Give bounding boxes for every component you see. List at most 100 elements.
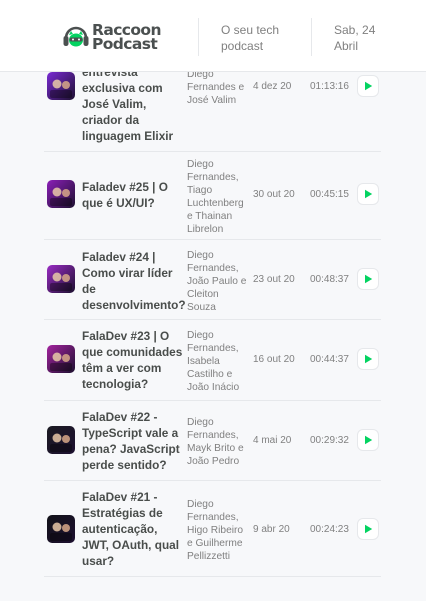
episode-title-line: linguagem Elixir [82, 129, 174, 143]
episode-row[interactable]: FalaDev #22 - TypeScript vale a pena? Java… [44, 401, 381, 481]
members-line: Diego [187, 499, 214, 510]
episode-thumbnail[interactable] [47, 426, 75, 454]
members-line: Fernandes, [187, 512, 239, 523]
episode-title[interactable]: Faladev #25 | O que é UX/UI? [82, 179, 184, 211]
members-line: Fernandes e [187, 82, 245, 93]
episode-duration: 01:13:16 [310, 81, 349, 92]
episode-title[interactable]: FalaDev #23 | O que comunidades têm a ver … [82, 328, 184, 392]
episode-title-line: FalaDev #21 - [82, 490, 158, 504]
members-line: Diego [187, 159, 214, 170]
episode-title[interactable]: Faladev #24 | Como virar líder de desenvolv… [82, 249, 186, 313]
episode-title-line: Como virar líder [82, 266, 173, 280]
episode-title-line: tecnologia? [82, 377, 149, 391]
header-divider [311, 18, 312, 56]
play-button[interactable] [357, 183, 379, 205]
play-button[interactable] [357, 348, 379, 370]
members-line: Fernandes, [187, 343, 239, 354]
members-line: Fernandes, [187, 172, 239, 183]
episode-date: 4 dez 20 [253, 81, 292, 92]
episode-duration: 00:45:15 [310, 189, 349, 200]
play-icon [364, 81, 373, 91]
members-line: Diego [187, 417, 214, 428]
logo[interactable]: Raccoon Podcast [62, 20, 162, 54]
episode-title-line: autenticação, [82, 522, 158, 536]
play-button[interactable] [357, 518, 379, 540]
members-line: Cleiton [187, 289, 219, 300]
members-line: Castilho e [187, 369, 233, 380]
episode-duration: 00:44:37 [310, 354, 349, 365]
header-tagline: O seu tech podcast [221, 22, 279, 54]
episode-title-line: Faladev #25 | O [82, 180, 168, 194]
episode-title[interactable]: entrevista exclusiva com José Valim, criado… [82, 64, 184, 144]
episode-title-line: exclusiva com [82, 81, 163, 95]
raccoon-logo-icon [62, 23, 90, 51]
play-icon [364, 354, 373, 364]
episode-date: 23 out 20 [253, 274, 295, 285]
episode-title-line: José Valim, [82, 97, 147, 111]
members-line: Diego [187, 330, 214, 341]
episode-title[interactable]: FalaDev #21 - Estratégias de autenticação,… [82, 489, 184, 569]
episode-members: Diego Fernandes, João Paulo e Cleiton Souza [187, 249, 251, 314]
members-line: Higo Ribeiro [187, 525, 244, 536]
play-icon [364, 274, 373, 284]
members-line: e Guilherme [187, 538, 243, 549]
date-line-1: Sab, 24 [334, 23, 376, 37]
members-line: Isabela [187, 356, 220, 367]
episode-title-line: desenvolvimento? [82, 298, 186, 312]
episode-list: entrevista exclusiva com José Valim, criado… [44, 60, 381, 577]
episode-thumbnail[interactable] [47, 180, 75, 208]
episode-title-line: perde sentido? [82, 458, 167, 472]
episode-duration: 00:29:32 [310, 435, 349, 446]
episode-title-line: FalaDev #23 | O [82, 329, 170, 343]
episode-title-line: FalaDev #22 - [82, 410, 158, 424]
episode-thumbnail[interactable] [47, 265, 75, 293]
episode-row[interactable]: Faladev #24 | Como virar líder de desenvolv… [44, 240, 381, 320]
episode-title[interactable]: FalaDev #22 - TypeScript vale a pena? Java… [82, 409, 184, 473]
tagline-line-2: podcast [221, 39, 264, 53]
episode-duration: 00:24:23 [310, 524, 349, 535]
episode-row[interactable]: FalaDev #23 | O que comunidades têm a ver … [44, 320, 381, 401]
episode-thumbnail[interactable] [47, 515, 75, 543]
play-button[interactable] [357, 75, 379, 97]
episode-duration: 00:48:37 [310, 274, 349, 285]
episode-title-line: de [82, 282, 96, 296]
episode-row[interactable]: entrevista exclusiva com José Valim, criado… [44, 60, 381, 152]
play-button[interactable] [357, 268, 379, 290]
episode-thumbnail[interactable] [47, 72, 75, 100]
members-line: Tiago [187, 185, 213, 196]
logo-wordmark: Raccoon Podcast [92, 22, 162, 52]
members-line: João Inácio [187, 382, 240, 393]
episode-title-line: TypeScript vale a [82, 426, 179, 440]
episode-date: 16 out 20 [253, 354, 295, 365]
episode-title-line: têm a ver com [82, 361, 162, 375]
play-icon [364, 524, 373, 534]
members-line: Mayk Brito e [187, 443, 244, 454]
members-line: e Thainan [187, 211, 233, 222]
play-button[interactable] [357, 429, 379, 451]
episode-members: Diego Fernandes, Higo Ribeiro e Guilherme Pe… [187, 498, 251, 563]
episode-title-line: pena? JavaScript [82, 442, 180, 456]
episode-title-line: que é UX/UI? [82, 196, 155, 210]
episode-thumbnail[interactable] [47, 345, 75, 373]
episode-row[interactable]: Faladev #25 | O que é UX/UI? Diego Fernande… [44, 152, 381, 240]
tagline-line-1: O seu tech [221, 23, 280, 37]
episode-row[interactable]: FalaDev #21 - Estratégias de autenticação,… [44, 481, 381, 577]
members-line: Souza [187, 302, 216, 313]
header-divider [198, 18, 199, 56]
episode-title-line: Estratégias de [82, 506, 163, 520]
app-header: Raccoon Podcast O seu tech podcast Sab, … [0, 0, 426, 72]
episode-title-line: criador da [82, 113, 140, 127]
members-line: Librelon [187, 224, 224, 235]
episode-date: 4 mai 20 [253, 435, 292, 446]
episode-date: 30 out 20 [253, 189, 295, 200]
header-date: Sab, 24 Abril [334, 22, 375, 54]
episode-title-line: Faladev #24 | [82, 250, 156, 264]
episode-title-line: JWT, OAuth, qual [82, 538, 179, 552]
members-line: Luchtenberg [187, 198, 244, 209]
episode-title-line: usar? [82, 554, 115, 568]
episode-title-line: que comunidades [82, 345, 183, 359]
members-line: José Valim [187, 95, 237, 106]
members-line: Pellizzetti [187, 551, 231, 562]
episode-members: Diego Fernandes, Mayk Brito e João Pedro [187, 416, 251, 468]
play-icon [364, 435, 373, 445]
